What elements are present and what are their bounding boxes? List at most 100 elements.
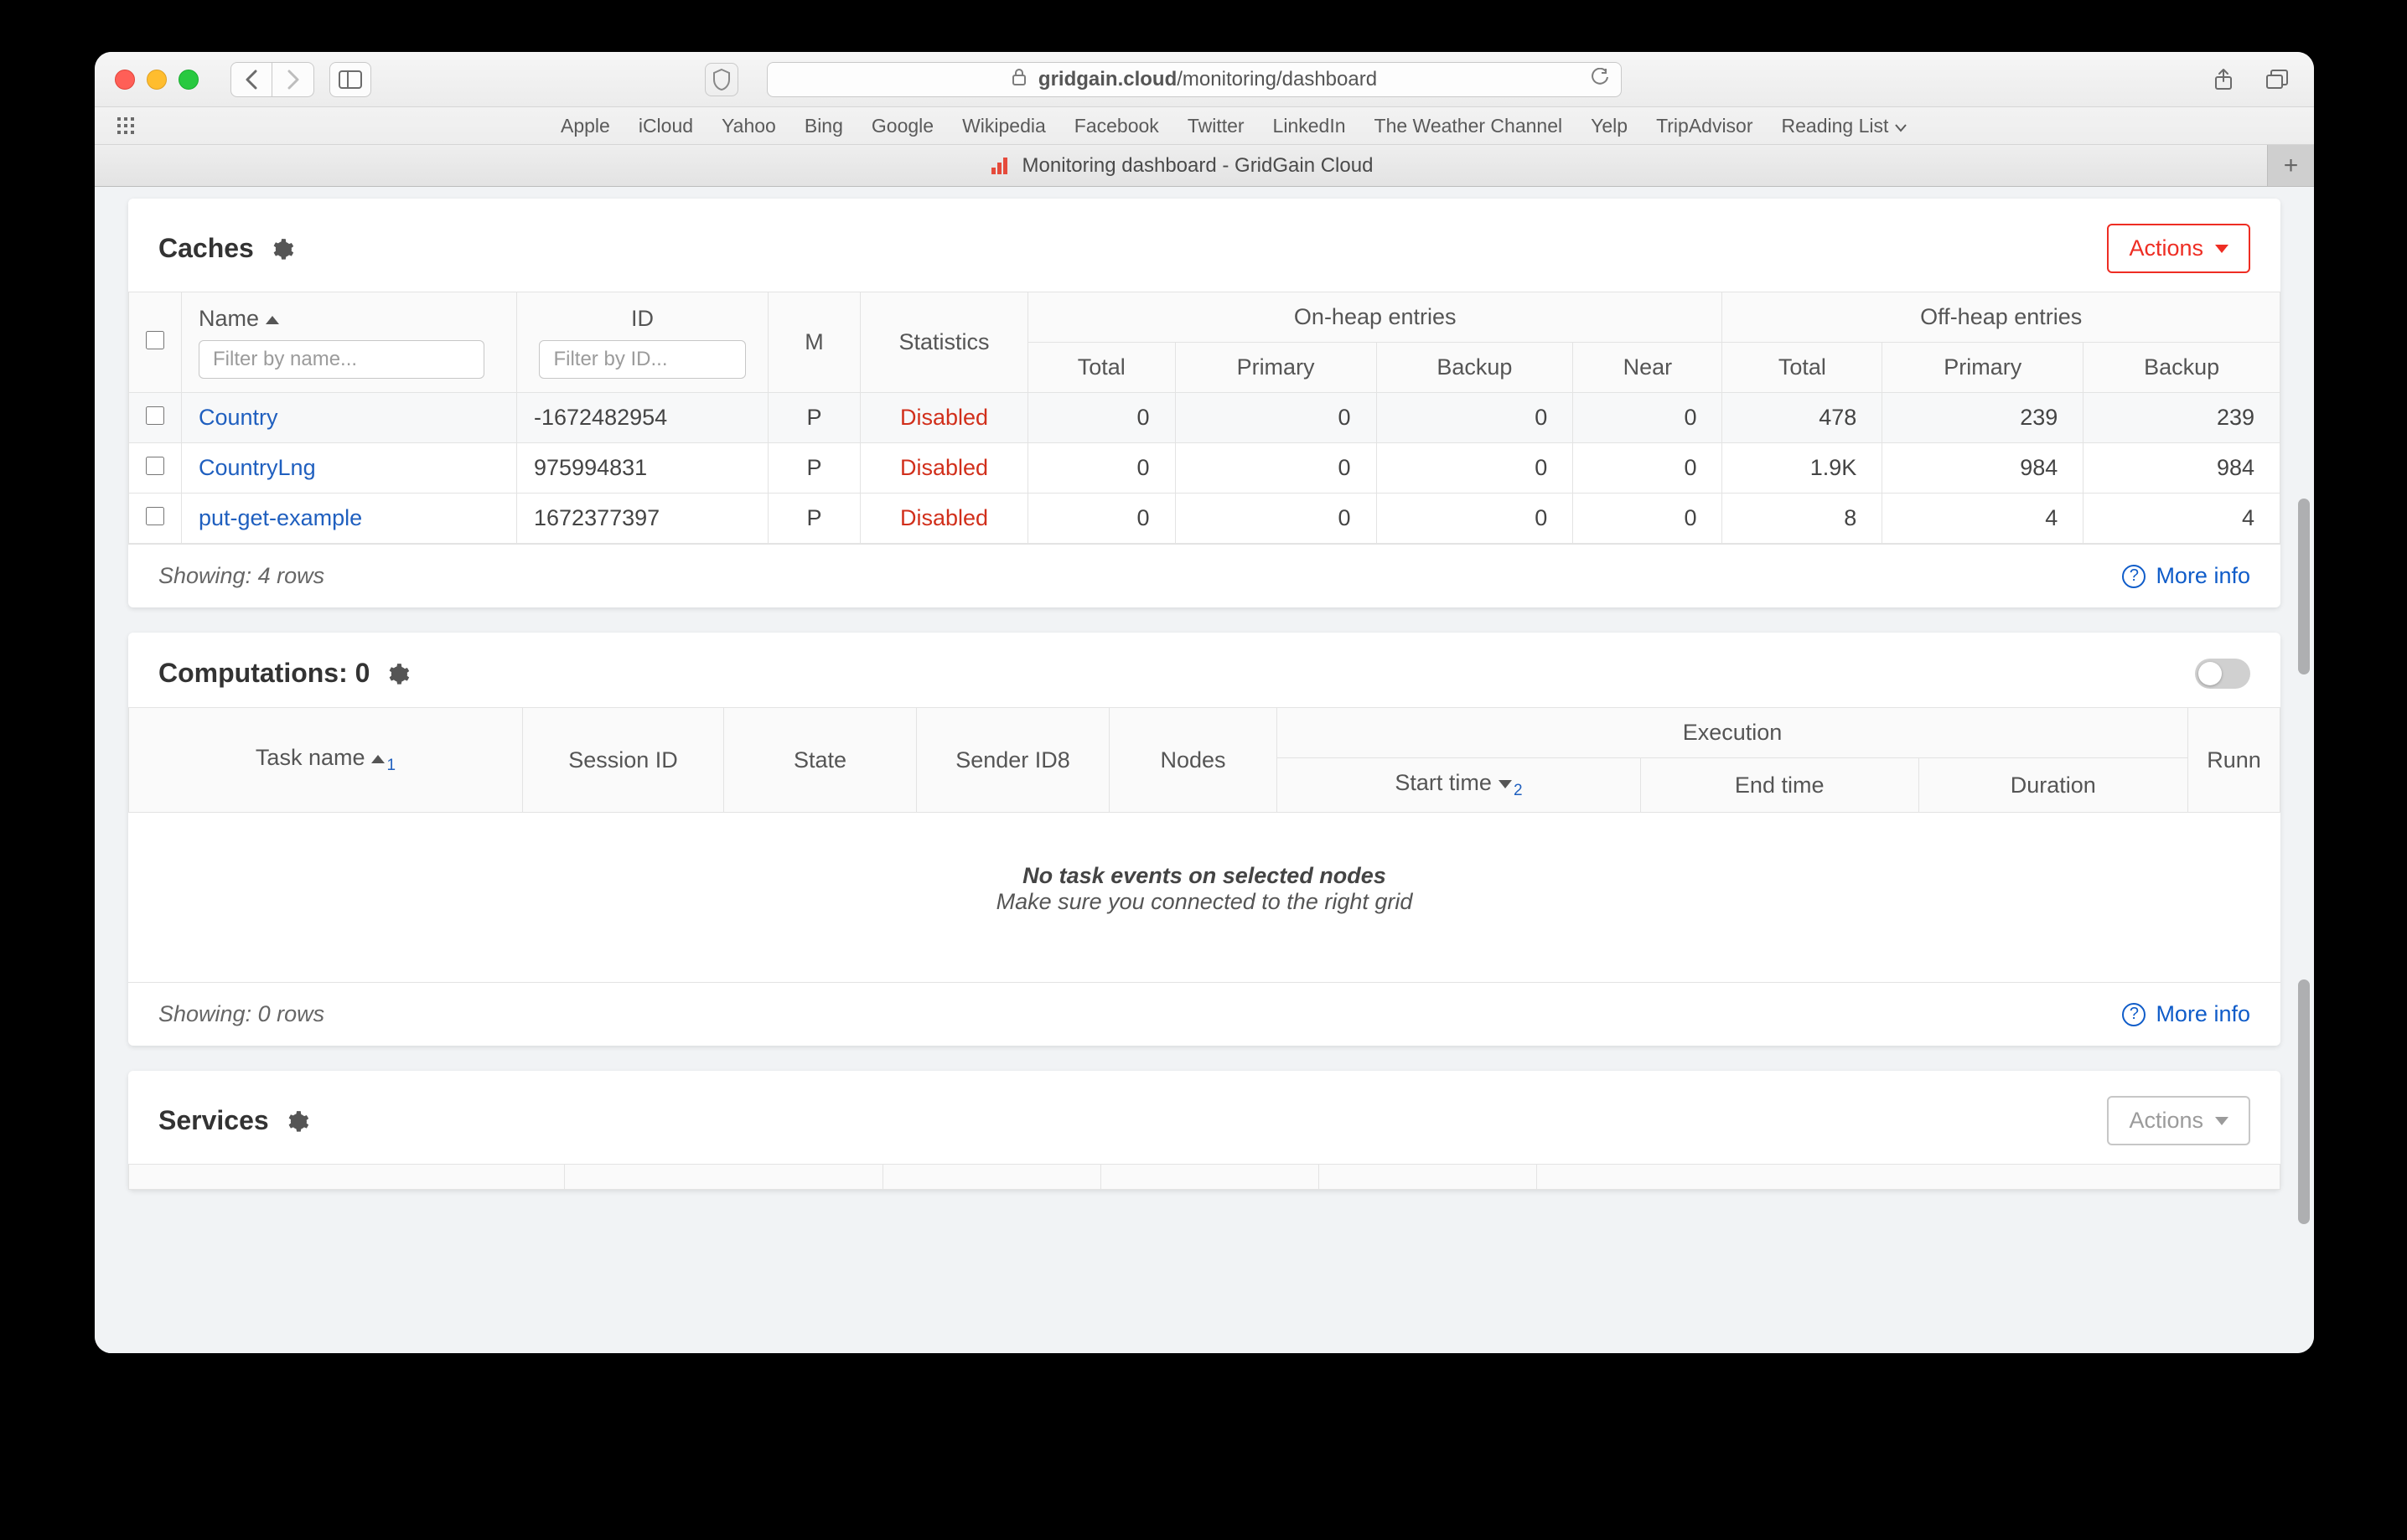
caches-card: Caches Actions: [128, 199, 2280, 607]
col-id[interactable]: ID: [631, 306, 654, 331]
tabs-button[interactable]: [2260, 62, 2294, 97]
privacy-report-button[interactable]: [705, 63, 738, 96]
address-bar[interactable]: gridgain.cloud/monitoring/dashboard: [767, 62, 1622, 97]
gear-icon[interactable]: [286, 1109, 309, 1133]
favorite-link[interactable]: Apple: [561, 115, 610, 137]
col-m[interactable]: M: [769, 292, 861, 393]
favorite-link[interactable]: Yelp: [1591, 115, 1628, 137]
col-runn[interactable]: Runn: [2188, 708, 2280, 813]
cache-name-link[interactable]: CountryLng: [199, 455, 316, 480]
col-end-time[interactable]: End time: [1640, 758, 1918, 813]
favorite-link[interactable]: iCloud: [639, 115, 693, 137]
sort-desc-icon: [1499, 780, 1512, 788]
services-actions-button[interactable]: Actions: [2107, 1096, 2250, 1145]
caches-showing: Showing: 4 rows: [158, 563, 324, 589]
help-icon: ?: [2122, 1003, 2146, 1026]
favorite-link[interactable]: TripAdvisor: [1656, 115, 1752, 137]
chevron-down-icon: [1895, 115, 1907, 137]
cache-name-link[interactable]: put-get-example: [199, 505, 362, 530]
row-checkbox[interactable]: [146, 507, 164, 525]
gear-icon[interactable]: [271, 237, 294, 261]
stats-value: Disabled: [900, 455, 988, 480]
select-all-checkbox[interactable]: [146, 331, 164, 349]
caches-more-info-link[interactable]: ? More info: [2122, 563, 2250, 589]
row-checkbox[interactable]: [146, 406, 164, 425]
gear-icon[interactable]: [386, 662, 410, 685]
favorite-link[interactable]: The Weather Channel: [1374, 115, 1563, 137]
cache-name-link[interactable]: Country: [199, 405, 278, 430]
sidebar-toggle[interactable]: [329, 62, 371, 97]
stats-value: Disabled: [900, 505, 988, 530]
table-row[interactable]: CountryLng975994831PDisabled00001.9K9849…: [129, 443, 2280, 494]
computations-toggle[interactable]: [2195, 659, 2250, 689]
col-task-name[interactable]: Task name1: [129, 708, 523, 813]
col-off-total[interactable]: Total: [1722, 343, 1882, 393]
help-icon: ?: [2122, 565, 2146, 588]
zoom-window[interactable]: [179, 70, 199, 90]
scrollbar[interactable]: [2298, 979, 2310, 1224]
favorites-bar: Apple iCloud Yahoo Bing Google Wikipedia Faceb…: [95, 107, 2314, 145]
favorite-link[interactable]: Reading List: [1782, 115, 1889, 137]
share-button[interactable]: [2207, 62, 2240, 97]
col-state[interactable]: State: [724, 708, 917, 813]
tab-active[interactable]: Monitoring dashboard - GridGain Cloud: [95, 145, 2267, 186]
services-title: Services: [158, 1105, 269, 1136]
minimize-window[interactable]: [147, 70, 167, 90]
col-on-total[interactable]: Total: [1028, 343, 1176, 393]
computations-card: Computations: 0 Task name1: [128, 633, 2280, 1046]
row-checkbox[interactable]: [146, 457, 164, 475]
col-off-primary[interactable]: Primary: [1882, 343, 2083, 393]
titlebar: gridgain.cloud/monitoring/dashboard: [95, 52, 2314, 107]
lock-icon: [1012, 68, 1027, 91]
favorites-grid-icon[interactable]: [116, 116, 135, 135]
col-offheap-group: Off-heap entries: [1722, 292, 2280, 343]
col-on-backup[interactable]: Backup: [1376, 343, 1573, 393]
filter-name-input[interactable]: [199, 340, 484, 379]
computations-title: Computations: 0: [158, 658, 370, 689]
caches-title: Caches: [158, 233, 254, 264]
col-statistics[interactable]: Statistics: [861, 292, 1028, 393]
col-onheap-group: On-heap entries: [1028, 292, 1722, 343]
col-sender[interactable]: Sender ID8: [917, 708, 1110, 813]
safari-window: gridgain.cloud/monitoring/dashboard Appl…: [95, 52, 2314, 1353]
new-tab-button[interactable]: +: [2267, 145, 2314, 186]
favorite-link[interactable]: Yahoo: [722, 115, 776, 137]
col-execution-group: Execution: [1277, 708, 2188, 758]
filter-id-input[interactable]: [539, 340, 745, 379]
caret-down-icon: [2215, 1117, 2228, 1125]
stats-value: Disabled: [900, 405, 988, 430]
favorite-link[interactable]: Wikipedia: [962, 115, 1046, 137]
computations-showing: Showing: 0 rows: [158, 1001, 324, 1027]
favorite-link[interactable]: Facebook: [1074, 115, 1159, 137]
col-nodes[interactable]: Nodes: [1110, 708, 1277, 813]
favorite-link[interactable]: Twitter: [1188, 115, 1245, 137]
url-path: /monitoring/dashboard: [1177, 68, 1377, 91]
table-row[interactable]: put-get-example1672377397PDisabled000084…: [129, 494, 2280, 544]
favorite-link[interactable]: Google: [872, 115, 934, 137]
forward-button[interactable]: [272, 62, 314, 97]
sort-asc-icon: [371, 755, 385, 763]
col-session-id[interactable]: Session ID: [523, 708, 724, 813]
table-row[interactable]: Country-1672482954PDisabled0000478239239: [129, 393, 2280, 443]
window-controls: [115, 70, 199, 90]
reload-icon[interactable]: [1591, 68, 1609, 91]
favorite-link[interactable]: Bing: [805, 115, 843, 137]
col-duration[interactable]: Duration: [1918, 758, 2188, 813]
services-table: [128, 1164, 2280, 1190]
services-card: Services Actions: [128, 1071, 2280, 1190]
col-off-backup[interactable]: Backup: [2083, 343, 2280, 393]
back-button[interactable]: [230, 62, 272, 97]
scrollbar[interactable]: [2298, 499, 2310, 674]
close-window[interactable]: [115, 70, 135, 90]
col-name[interactable]: Name: [199, 306, 259, 331]
col-start-time[interactable]: Start time2: [1277, 758, 1641, 813]
favorite-link[interactable]: LinkedIn: [1273, 115, 1346, 137]
computations-empty: No task events on selected nodes Make su…: [128, 813, 2280, 982]
col-on-near[interactable]: Near: [1573, 343, 1722, 393]
caches-table: Name ID M Statistics On-heap entries Off…: [128, 292, 2280, 544]
url-host: gridgain.cloud: [1038, 68, 1177, 91]
col-on-primary[interactable]: Primary: [1175, 343, 1376, 393]
computations-more-info-link[interactable]: ? More info: [2122, 1001, 2250, 1027]
caches-actions-button[interactable]: Actions: [2107, 224, 2250, 273]
sort-asc-icon: [266, 316, 279, 324]
